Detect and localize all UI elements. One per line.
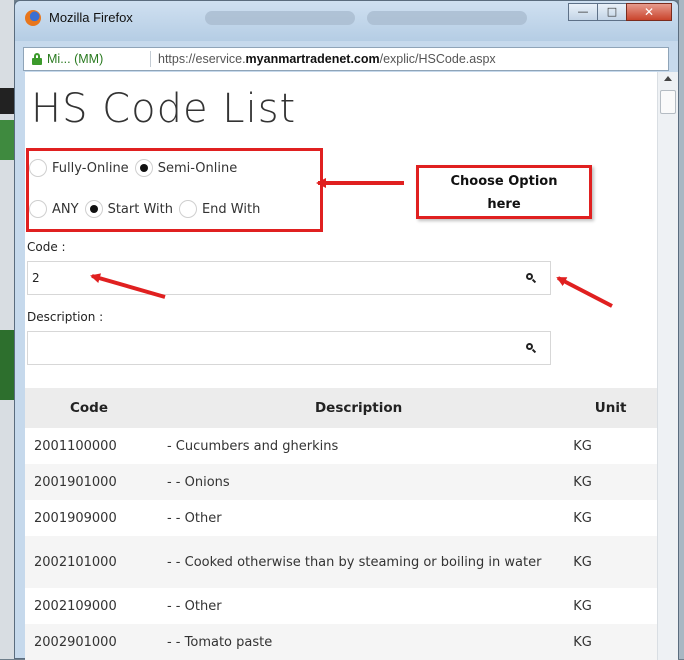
- description-label: Description :: [27, 310, 104, 324]
- cell-unit: KG: [573, 598, 592, 614]
- background-strip: [0, 330, 14, 400]
- blurred-tab[interactable]: [205, 11, 355, 25]
- code-input[interactable]: 2: [27, 261, 551, 295]
- annotation-callout: Choose Option here: [416, 165, 592, 219]
- cell-code: 2002101000: [25, 536, 153, 588]
- scroll-up-arrow-icon[interactable]: [664, 76, 672, 81]
- cell-unit: KG: [573, 438, 592, 454]
- background-strip: [0, 120, 14, 160]
- url-divider: [150, 51, 151, 67]
- cell-code: 2002109000: [34, 598, 117, 614]
- cell-description: - - Cooked otherwise than by steaming or…: [152, 536, 565, 588]
- hs-code-table: Code Description Unit 2001100000 - Cucum…: [25, 388, 657, 660]
- annotation-highlight-box: [26, 148, 323, 232]
- cell-description: - - Tomato paste: [152, 624, 565, 660]
- cell-unit: KG: [573, 510, 592, 526]
- table-row[interactable]: 2002109000 - - Other KG: [25, 588, 657, 624]
- background-strip: [0, 88, 14, 114]
- callout-line-2: here: [487, 197, 521, 212]
- page-title: HS Code List: [31, 86, 297, 132]
- table-row[interactable]: 2002901000 - - Tomato paste KG: [25, 624, 657, 660]
- column-header-unit[interactable]: Unit: [564, 388, 657, 428]
- window-title: Mozilla Firefox: [49, 10, 133, 25]
- maximize-button[interactable]: □: [597, 3, 627, 21]
- url-text[interactable]: https://eservice.myanmartradenet.com/exp…: [158, 48, 496, 70]
- table-header-row: Code Description Unit: [25, 388, 657, 428]
- title-bar[interactable]: Mozilla Firefox — □ ✕: [15, 1, 678, 41]
- close-button[interactable]: ✕: [626, 3, 672, 21]
- minimize-icon: —: [577, 5, 589, 18]
- search-icon[interactable]: [526, 273, 537, 284]
- cell-unit: KG: [564, 536, 657, 588]
- lock-icon: [32, 53, 42, 65]
- code-label: Code :: [27, 240, 66, 254]
- close-icon: ✕: [643, 5, 655, 19]
- cell-unit: KG: [564, 464, 657, 500]
- cell-code: 2001100000: [34, 438, 117, 454]
- blurred-tab[interactable]: [367, 11, 527, 25]
- site-identity[interactable]: Mi... (MM): [47, 48, 103, 70]
- window-controls: — □ ✕: [568, 3, 672, 21]
- column-header-description[interactable]: Description: [152, 388, 565, 428]
- description-input[interactable]: [27, 331, 551, 365]
- column-header-code[interactable]: Code: [25, 388, 153, 428]
- cell-code: 2001901000: [25, 464, 153, 500]
- firefox-icon: [25, 10, 41, 26]
- table-row[interactable]: 2001901000 - - Onions KG: [25, 464, 657, 500]
- cell-description: - - Other: [166, 598, 222, 614]
- cell-description: - - Other: [166, 510, 222, 526]
- url-bar[interactable]: Mi... (MM) https://eservice.myanmartrade…: [23, 47, 669, 71]
- cell-description: - Cucumbers and gherkins: [166, 438, 339, 454]
- callout-line-1: Choose Option: [450, 174, 558, 189]
- firefox-window: Mozilla Firefox — □ ✕ Mi... (MM) https:/…: [14, 0, 679, 660]
- minimize-button[interactable]: —: [568, 3, 598, 21]
- table-row[interactable]: 2002101000 - - Cooked otherwise than by …: [25, 536, 657, 588]
- cell-code: 2002901000: [25, 624, 153, 660]
- page-content: HS Code List Fully-Online Semi-Online AN…: [25, 72, 657, 660]
- scrollbar-thumb[interactable]: [660, 90, 676, 114]
- table-row[interactable]: 2001909000 - - Other KG: [25, 500, 657, 536]
- background-desktop-left: [0, 0, 14, 659]
- cell-code: 2001909000: [34, 510, 117, 526]
- vertical-scrollbar[interactable]: [657, 72, 678, 660]
- cell-description: - - Onions: [152, 464, 565, 500]
- table-row[interactable]: 2001100000 - Cucumbers and gherkins KG: [25, 428, 657, 464]
- cell-unit: KG: [564, 624, 657, 660]
- maximize-icon: □: [606, 5, 618, 18]
- search-icon[interactable]: [526, 343, 537, 354]
- code-input-value[interactable]: 2: [32, 262, 40, 294]
- background-desktop-right: [679, 0, 684, 659]
